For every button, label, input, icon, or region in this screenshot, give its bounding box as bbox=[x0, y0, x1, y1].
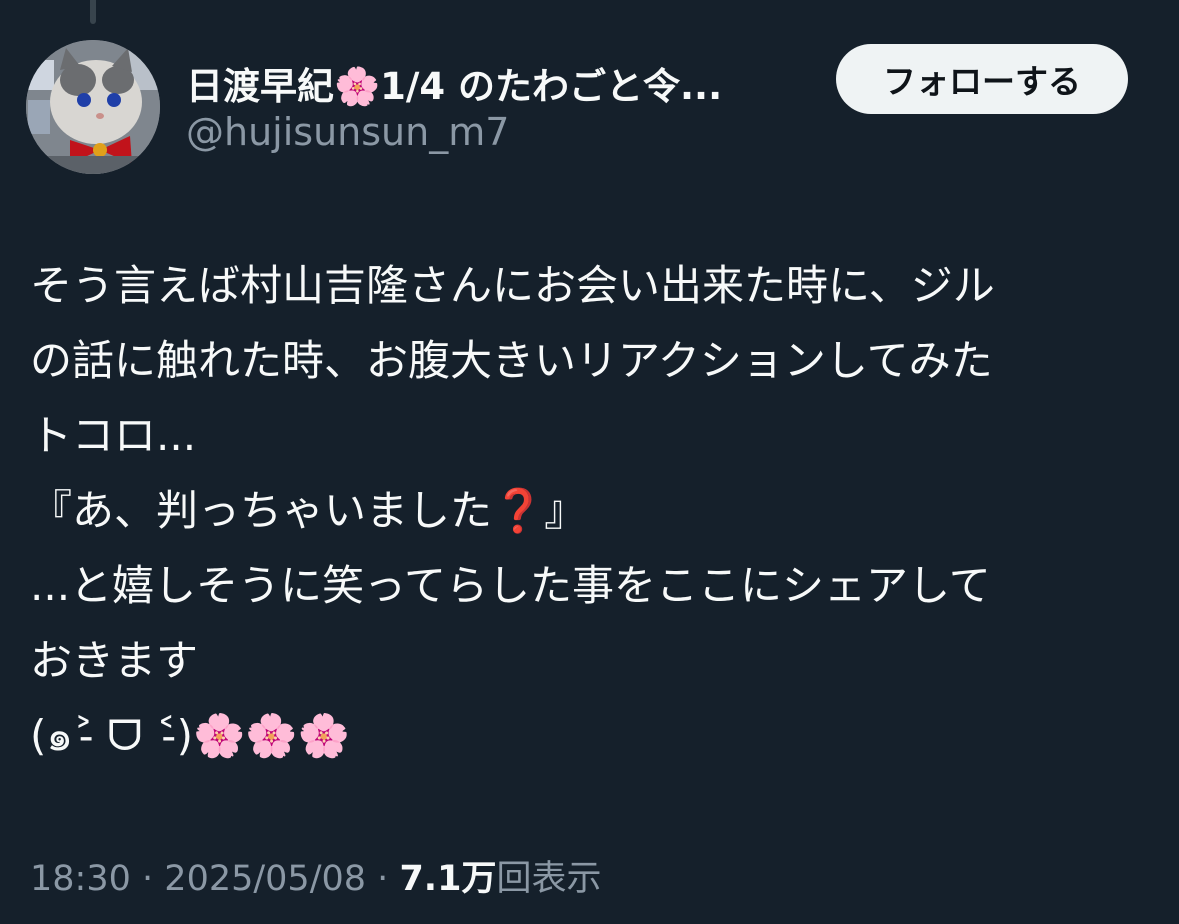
tweet-line: (๑˃̵ ᗜ ˂̵)🌸🌸🌸 bbox=[30, 711, 350, 760]
tweet-line: トコロ... bbox=[30, 411, 197, 460]
tweet-date[interactable]: 2025/05/08 bbox=[164, 859, 366, 899]
views-count[interactable]: 7.1万 bbox=[399, 859, 496, 899]
tweet-line: ...と嬉しそうに笑ってらした事をここにシェアして bbox=[30, 561, 991, 610]
tweet-text: そう言えば村山吉隆さんにお会い出来た時に、ジル の話に触れた時、お腹大きいリアク… bbox=[30, 248, 1150, 773]
follow-button[interactable]: フォローする bbox=[836, 44, 1128, 114]
meta-separator: · bbox=[142, 859, 154, 899]
tweet-time[interactable]: 18:30 bbox=[30, 859, 131, 899]
tweet-line: おきます bbox=[30, 636, 199, 685]
cat-plush-avatar-icon bbox=[26, 40, 160, 174]
tweet-metadata: 18:30 · 2025/05/08 · 7.1万回表示 bbox=[30, 850, 601, 901]
author-display-name[interactable]: 日渡早紀🌸1/4 のたわごと令... bbox=[186, 56, 722, 110]
author-handle[interactable]: @hujisunsun_m7 bbox=[186, 110, 509, 154]
avatar[interactable] bbox=[26, 40, 160, 174]
tweet-line: の話に触れた時、お腹大きいリアクションしてみた bbox=[30, 336, 993, 385]
meta-separator: · bbox=[377, 859, 389, 899]
tweet-line: 『あ、判っちゃいました❓』 bbox=[30, 486, 587, 535]
thread-connector-line bbox=[90, 0, 96, 24]
tweet-line: そう言えば村山吉隆さんにお会い出来た時に、ジル bbox=[30, 261, 995, 310]
views-label: 回表示 bbox=[496, 859, 602, 899]
